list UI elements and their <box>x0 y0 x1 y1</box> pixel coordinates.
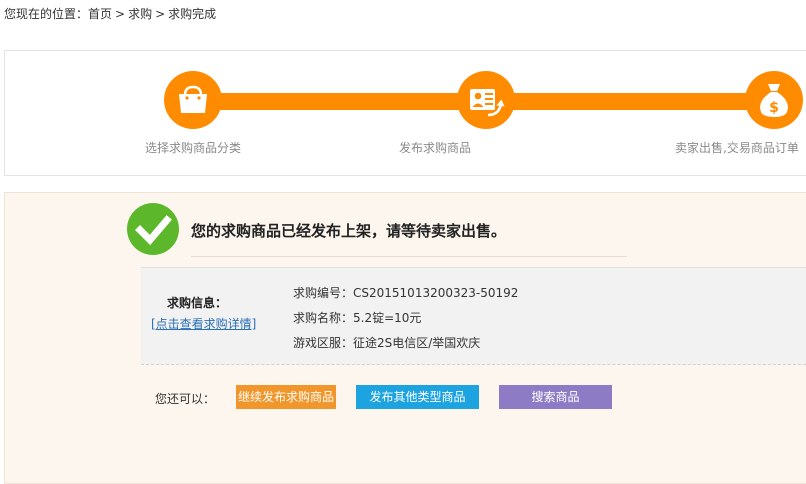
continue-publish-button[interactable]: 继续发布求购商品 <box>236 385 336 409</box>
purchase-name-row: 求购名称：5.2锭=10元 <box>293 309 421 326</box>
success-message: 您的求购商品已经发布上架，请等待卖家出售。 <box>191 222 507 240</box>
publish-profile-icon <box>457 71 515 129</box>
purchase-info-title: 求购信息： <box>167 296 228 310</box>
svg-text:$: $ <box>769 100 779 116</box>
divider <box>191 256 627 257</box>
shopping-bag-icon <box>164 71 222 129</box>
step-3-label: 卖家出售,交易商品订单 <box>675 141 799 155</box>
breadcrumb: 您现在的位置：首页 > 求购 > 求购完成 <box>4 5 216 22</box>
game-server-row: 游戏区服：征途2S电信区/举国欢庆 <box>293 334 480 351</box>
breadcrumb-separator: > <box>115 7 126 21</box>
purchase-number-label: 求购编号： <box>293 286 354 300</box>
purchase-name-label: 求购名称： <box>293 311 354 325</box>
step-progress-panel: $ 选择求购商品分类 发布求购商品 卖家出售,交易商品订单 <box>4 50 806 176</box>
actions-prompt: 您还可以： <box>155 392 216 406</box>
step-1-label: 选择求购商品分类 <box>145 141 242 155</box>
breadcrumb-purchase-link[interactable]: 求购 <box>128 7 152 21</box>
result-panel: 您的求购商品已经发布上架，请等待卖家出售。 求购信息： [点击查看求购详情] 求… <box>4 192 806 484</box>
purchase-info-box: 求购信息： [点击查看求购详情] 求购编号：CS20151013200323-5… <box>141 267 806 365</box>
breadcrumb-separator: > <box>155 7 166 21</box>
game-server-label: 游戏区服： <box>293 336 354 350</box>
purchase-name-value: 5.2锭=10元 <box>353 311 422 325</box>
purchase-number-value: CS20151013200323-50192 <box>353 286 519 300</box>
success-check-icon <box>127 203 179 255</box>
step-2-label: 发布求购商品 <box>399 141 472 155</box>
money-bag-icon: $ <box>745 71 803 129</box>
breadcrumb-current: 求购完成 <box>168 7 217 21</box>
view-purchase-details-link[interactable]: [点击查看求购详情] <box>151 315 256 332</box>
breadcrumb-prefix: 您现在的位置： <box>4 7 89 21</box>
publish-other-type-button[interactable]: 发布其他类型商品 <box>356 385 479 409</box>
purchase-number-row: 求购编号：CS20151013200323-50192 <box>293 284 518 301</box>
search-products-button[interactable]: 搜索商品 <box>499 385 612 409</box>
breadcrumb-home-link[interactable]: 首页 <box>88 7 112 21</box>
game-server-value: 征途2S电信区/举国欢庆 <box>353 336 481 350</box>
